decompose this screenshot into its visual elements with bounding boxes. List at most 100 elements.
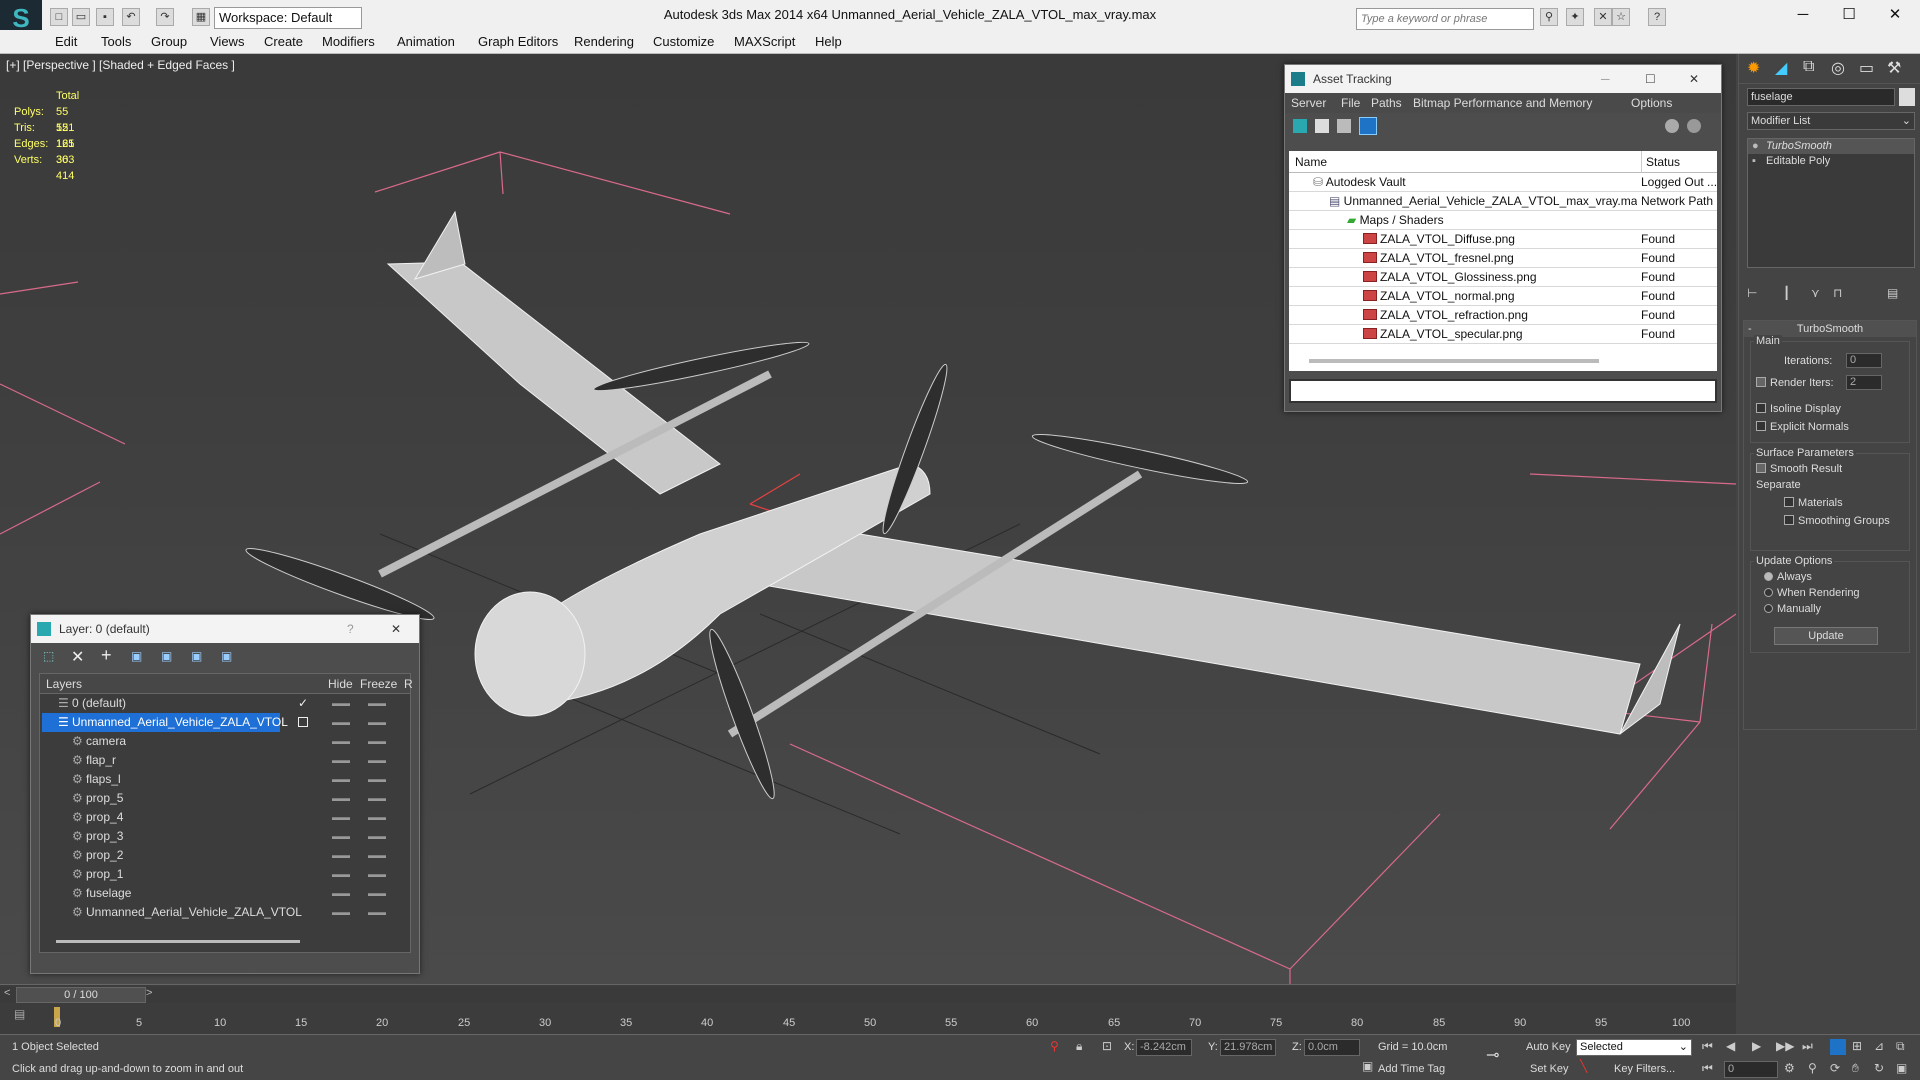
- freeze-toggle[interactable]: ▬▬: [368, 903, 386, 922]
- freeze-toggle[interactable]: ▬▬: [368, 751, 386, 770]
- mini-curve-editor-icon[interactable]: ▤: [14, 1007, 25, 1021]
- hide-all-icon[interactable]: ▣: [191, 649, 202, 663]
- layer-row[interactable]: ⚙ Unmanned_Aerial_Vehicle_ZALA_VTOL ▬▬ ▬▬: [40, 903, 410, 922]
- horizontal-scrollbar[interactable]: [56, 940, 300, 943]
- object-name-input[interactable]: fuselage: [1747, 88, 1895, 106]
- stack-item-turbosmooth[interactable]: ● TurboSmooth: [1748, 139, 1914, 154]
- new-file-icon[interactable]: □: [50, 8, 68, 26]
- freeze-toggle[interactable]: ▬▬: [368, 884, 386, 903]
- layer-row[interactable]: ⚙ prop_3 ▬▬ ▬▬: [40, 827, 410, 846]
- new-layer-icon[interactable]: ⬚: [43, 649, 54, 663]
- refresh-icon[interactable]: [1293, 119, 1307, 133]
- arc-rotate-icon[interactable]: ↻: [1874, 1061, 1884, 1075]
- orbit-icon[interactable]: ⟳: [1830, 1061, 1840, 1075]
- search-input[interactable]: Type a keyword or phrase: [1356, 8, 1534, 30]
- isoline-checkbox[interactable]: [1756, 403, 1766, 413]
- motion-tab-icon[interactable]: ◎: [1831, 58, 1845, 78]
- exchange-icon[interactable]: ✕: [1594, 8, 1612, 26]
- time-tag-icon[interactable]: ▣: [1362, 1059, 1373, 1073]
- iterations-spinner[interactable]: 0: [1846, 353, 1882, 368]
- stack-item-editable-poly[interactable]: ▪ Editable Poly: [1748, 154, 1914, 169]
- add-time-tag[interactable]: Add Time Tag: [1378, 1063, 1445, 1075]
- selection-lock-icon[interactable]: 🔒︎: [1076, 1039, 1082, 1054]
- pin-stack-icon[interactable]: ⊢: [1747, 286, 1757, 300]
- smooth-result-checkbox[interactable]: [1756, 463, 1766, 473]
- freeze-toggle[interactable]: ▬▬: [368, 713, 386, 732]
- freeze-toggle[interactable]: ▬▬: [368, 827, 386, 846]
- hide-toggle[interactable]: ▬▬: [332, 789, 350, 808]
- layer-row[interactable]: ☰ 0 (default) ✓ ▬▬ ▬▬: [40, 694, 410, 713]
- menu-tools[interactable]: Tools: [101, 30, 131, 54]
- list-view-icon[interactable]: [1315, 119, 1329, 133]
- freeze-all-icon[interactable]: ▣: [221, 649, 232, 663]
- asset-menu-server[interactable]: Server: [1291, 93, 1326, 113]
- menu-animation[interactable]: Animation: [397, 30, 455, 54]
- materials-checkbox[interactable]: [1784, 497, 1794, 507]
- time-slider[interactable]: < 0 / 100 >: [0, 987, 1736, 1003]
- menu-maxscript[interactable]: MAXScript: [734, 30, 795, 54]
- layer-row[interactable]: ⚙ prop_4 ▬▬ ▬▬: [40, 808, 410, 827]
- hide-toggle[interactable]: ▬▬: [332, 846, 350, 865]
- time-configuration-icon[interactable]: ⚙: [1784, 1061, 1795, 1075]
- expand-icon[interactable]: ▪: [1752, 154, 1756, 169]
- viewport-label[interactable]: [+] [Perspective ] [Shaded + Edged Faces…: [6, 58, 235, 72]
- hierarchy-tab-icon[interactable]: ⧉: [1803, 58, 1814, 76]
- current-frame-field[interactable]: 0: [1724, 1061, 1778, 1078]
- layer-row[interactable]: ⚙ fuselage ▬▬ ▬▬: [40, 884, 410, 903]
- menu-rendering[interactable]: Rendering: [574, 30, 634, 54]
- menu-group[interactable]: Group: [151, 30, 187, 54]
- key-mode-icon[interactable]: ⊸: [1486, 1045, 1499, 1065]
- when-rendering-radio[interactable]: [1764, 588, 1773, 597]
- y-coordinate-field[interactable]: 21.978cm: [1220, 1039, 1276, 1056]
- menu-modifiers[interactable]: Modifiers: [322, 30, 375, 54]
- pan-icon[interactable]: ✋︎: [1852, 1061, 1859, 1076]
- x-coordinate-field[interactable]: -8.242cm: [1136, 1039, 1192, 1056]
- asset-row[interactable]: ⛁ Autodesk Vault Logged Out ...: [1289, 173, 1717, 192]
- lightbulb-icon[interactable]: ●: [1752, 139, 1759, 154]
- hide-toggle[interactable]: ▬▬: [332, 713, 350, 732]
- hide-toggle[interactable]: ▬▬: [332, 865, 350, 884]
- auto-key-button[interactable]: Auto Key: [1526, 1041, 1571, 1053]
- help-icon[interactable]: [1665, 119, 1679, 133]
- render-iters-checkbox[interactable]: [1756, 377, 1766, 387]
- next-frame-icon[interactable]: >: [146, 987, 152, 999]
- layers-column-header[interactable]: Layers: [46, 674, 82, 694]
- always-radio[interactable]: [1764, 572, 1773, 581]
- active-layer-check-icon[interactable]: ✓: [298, 694, 308, 713]
- update-button[interactable]: Update: [1774, 627, 1878, 645]
- asset-row[interactable]: ZALA_VTOL_refraction.png Found: [1289, 306, 1717, 325]
- next-frame-icon[interactable]: ▶▶: [1776, 1039, 1794, 1053]
- previous-frame-icon[interactable]: ◀: [1726, 1039, 1735, 1053]
- hide-toggle[interactable]: ▬▬: [332, 827, 350, 846]
- asset-row[interactable]: ZALA_VTOL_specular.png Found: [1289, 325, 1717, 344]
- object-color-swatch[interactable]: [1899, 88, 1915, 106]
- zoom-icon[interactable]: ⚲: [1808, 1061, 1817, 1075]
- column-name-header[interactable]: Name: [1289, 151, 1637, 173]
- redo-icon[interactable]: ↷: [156, 8, 174, 26]
- utilities-tab-icon[interactable]: ⚒: [1887, 58, 1901, 78]
- create-tab-icon[interactable]: ✹: [1747, 58, 1760, 78]
- viewport-maximize-toggle-icon[interactable]: ▣: [1896, 1061, 1907, 1075]
- layer-dialog-titlebar[interactable]: Layer: 0 (default) ? ✕: [31, 615, 419, 643]
- asset-menu-paths[interactable]: Paths: [1371, 93, 1402, 113]
- freeze-column-header[interactable]: Freeze: [360, 674, 397, 694]
- select-objects-icon[interactable]: ▣: [131, 649, 142, 663]
- layer-row[interactable]: ⚙ prop_5 ▬▬ ▬▬: [40, 789, 410, 808]
- workspace-dropdown[interactable]: Workspace: Default: [214, 7, 362, 29]
- play-icon[interactable]: ▶: [1752, 1039, 1761, 1053]
- freeze-toggle[interactable]: ▬▬: [368, 732, 386, 751]
- hide-toggle[interactable]: ▬▬: [332, 884, 350, 903]
- add-to-layer-icon[interactable]: +: [101, 645, 112, 666]
- highlight-layer-icon[interactable]: ▣: [161, 649, 172, 663]
- close-icon[interactable]: ✕: [1689, 65, 1699, 93]
- settings-icon[interactable]: [1687, 119, 1701, 133]
- show-end-result-icon[interactable]: ┃: [1783, 286, 1790, 300]
- render-column-header[interactable]: R: [404, 674, 413, 694]
- key-set-dropdown[interactable]: Selected ⌄: [1576, 1039, 1692, 1056]
- asset-row[interactable]: ZALA_VTOL_Glossiness.png Found: [1289, 268, 1717, 287]
- prev-frame-icon[interactable]: <: [4, 987, 10, 999]
- asset-menu-file[interactable]: File: [1341, 93, 1360, 113]
- horizontal-scrollbar[interactable]: [1309, 359, 1599, 363]
- set-current-layer-box[interactable]: [298, 717, 308, 727]
- render-iters-spinner[interactable]: 2: [1846, 375, 1882, 390]
